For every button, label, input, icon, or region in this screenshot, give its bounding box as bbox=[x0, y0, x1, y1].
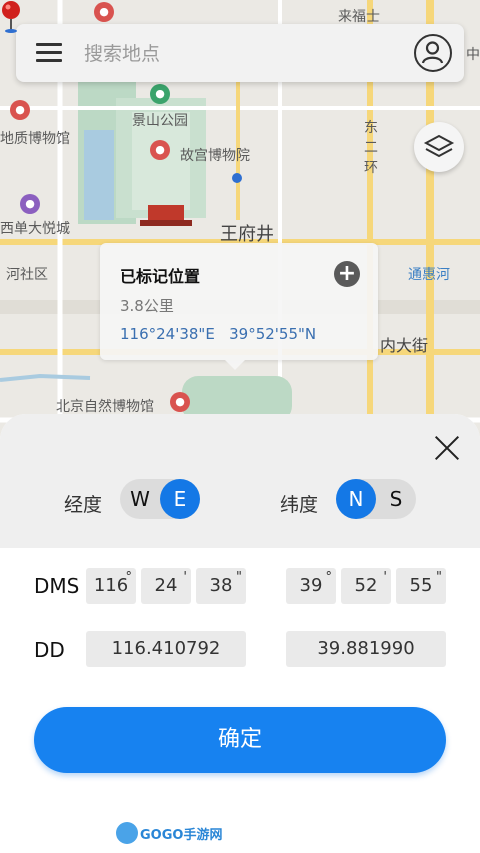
poi-label[interactable]: 北京自然博物馆 bbox=[56, 396, 154, 416]
second-mark: " bbox=[436, 570, 442, 585]
latitude-seconds-field[interactable]: 55 " bbox=[396, 568, 446, 604]
field-value: 24 bbox=[154, 575, 178, 596]
map-pin-icon[interactable] bbox=[0, 0, 22, 34]
confirm-button[interactable]: 确定 bbox=[34, 707, 446, 773]
poi-label[interactable]: 中 bbox=[466, 44, 480, 64]
poi-marker-icon[interactable]: ● bbox=[170, 392, 190, 412]
coordinate-sheet: 经度 W E 纬度 N S DMS 116 ° 24 ' 38 " 39 ° 52 ' 5… bbox=[0, 414, 480, 853]
latitude-label: 纬度 bbox=[280, 494, 319, 516]
latitude-minutes-field[interactable]: 52 ' bbox=[341, 568, 391, 604]
poi-label[interactable]: 故宫博物院 bbox=[180, 145, 250, 165]
popup-tail bbox=[225, 360, 245, 370]
field-value: 55 bbox=[409, 575, 433, 596]
poi-label[interactable]: 西单大悦城 bbox=[0, 218, 70, 238]
layers-button[interactable] bbox=[414, 122, 464, 172]
watermark-text: GOGO手游网 bbox=[140, 828, 223, 843]
poi-label[interactable]: 地质博物馆 bbox=[0, 128, 70, 148]
menu-icon[interactable] bbox=[36, 43, 62, 63]
marked-location-popup[interactable]: 已标记位置 3.8公里 116°24'38"E 39°52'55"N + bbox=[100, 243, 378, 370]
poi-marker-icon[interactable]: ● bbox=[150, 140, 170, 160]
search-input[interactable] bbox=[82, 38, 386, 70]
popup-coordinates: 116°24'38"E 39°52'55"N bbox=[120, 325, 316, 343]
road-label: 东二环 bbox=[364, 120, 378, 176]
park-marker-icon[interactable]: ● bbox=[150, 84, 170, 104]
latitude-degrees-field[interactable]: 39 ° bbox=[286, 568, 336, 604]
area-label: 河社区 bbox=[6, 267, 48, 283]
popup-longitude: 116°24'38"E bbox=[120, 325, 215, 343]
longitude-degrees-field[interactable]: 116 ° bbox=[86, 568, 136, 604]
dd-label: DD bbox=[34, 638, 65, 662]
close-icon[interactable] bbox=[432, 434, 462, 464]
longitude-seconds-field[interactable]: 38 " bbox=[196, 568, 246, 604]
layers-icon bbox=[423, 134, 455, 158]
popup-latitude: 39°52'55"N bbox=[229, 325, 317, 343]
field-value: 38 bbox=[209, 575, 233, 596]
search-bar bbox=[16, 24, 464, 82]
degree-mark: ° bbox=[125, 570, 133, 585]
popup-distance: 3.8公里 bbox=[120, 297, 174, 315]
latitude-decimal-field[interactable]: 39.881990 bbox=[286, 631, 446, 667]
second-mark: " bbox=[236, 570, 242, 585]
field-value: 116 bbox=[93, 575, 129, 596]
watermark-logo-icon bbox=[116, 822, 138, 844]
map-view[interactable]: 来福士 景山公园 地质博物馆 故宫博物院 东二环 西单大悦城 王府井 河社区 通… bbox=[0, 0, 480, 470]
longitude-hemisphere-toggle[interactable]: W E bbox=[120, 479, 200, 519]
toggle-option-n[interactable]: N bbox=[336, 479, 376, 519]
field-value: 39 bbox=[299, 575, 323, 596]
field-value: 52 bbox=[354, 575, 378, 596]
poi-marker-icon[interactable]: ● bbox=[94, 2, 114, 22]
popup-title: 已标记位置 bbox=[120, 267, 201, 286]
longitude-minutes-field[interactable]: 24 ' bbox=[141, 568, 191, 604]
toggle-option-e[interactable]: E bbox=[160, 479, 200, 519]
toggle-option-w[interactable]: W bbox=[120, 479, 160, 519]
longitude-decimal-field[interactable]: 116.410792 bbox=[86, 631, 246, 667]
poi-label[interactable]: 来福士 bbox=[338, 6, 380, 26]
minute-mark: ' bbox=[383, 570, 387, 585]
road-label: 内大街 bbox=[380, 336, 429, 355]
plus-icon[interactable]: + bbox=[334, 261, 360, 287]
poi-label[interactable]: 景山公园 bbox=[132, 110, 188, 130]
user-avatar-icon[interactable] bbox=[414, 34, 452, 72]
sheet-header: 经度 W E 纬度 N S bbox=[0, 414, 480, 548]
river-label: 通惠河 bbox=[408, 267, 450, 283]
longitude-label: 经度 bbox=[64, 494, 103, 516]
degree-mark: ° bbox=[325, 570, 333, 585]
minute-mark: ' bbox=[183, 570, 187, 585]
toggle-option-s[interactable]: S bbox=[376, 479, 416, 519]
poi-marker-icon[interactable]: ● bbox=[10, 100, 30, 120]
shopping-marker-icon[interactable]: ● bbox=[20, 194, 40, 214]
latitude-hemisphere-toggle[interactable]: N S bbox=[336, 479, 416, 519]
dms-label: DMS bbox=[34, 574, 80, 598]
